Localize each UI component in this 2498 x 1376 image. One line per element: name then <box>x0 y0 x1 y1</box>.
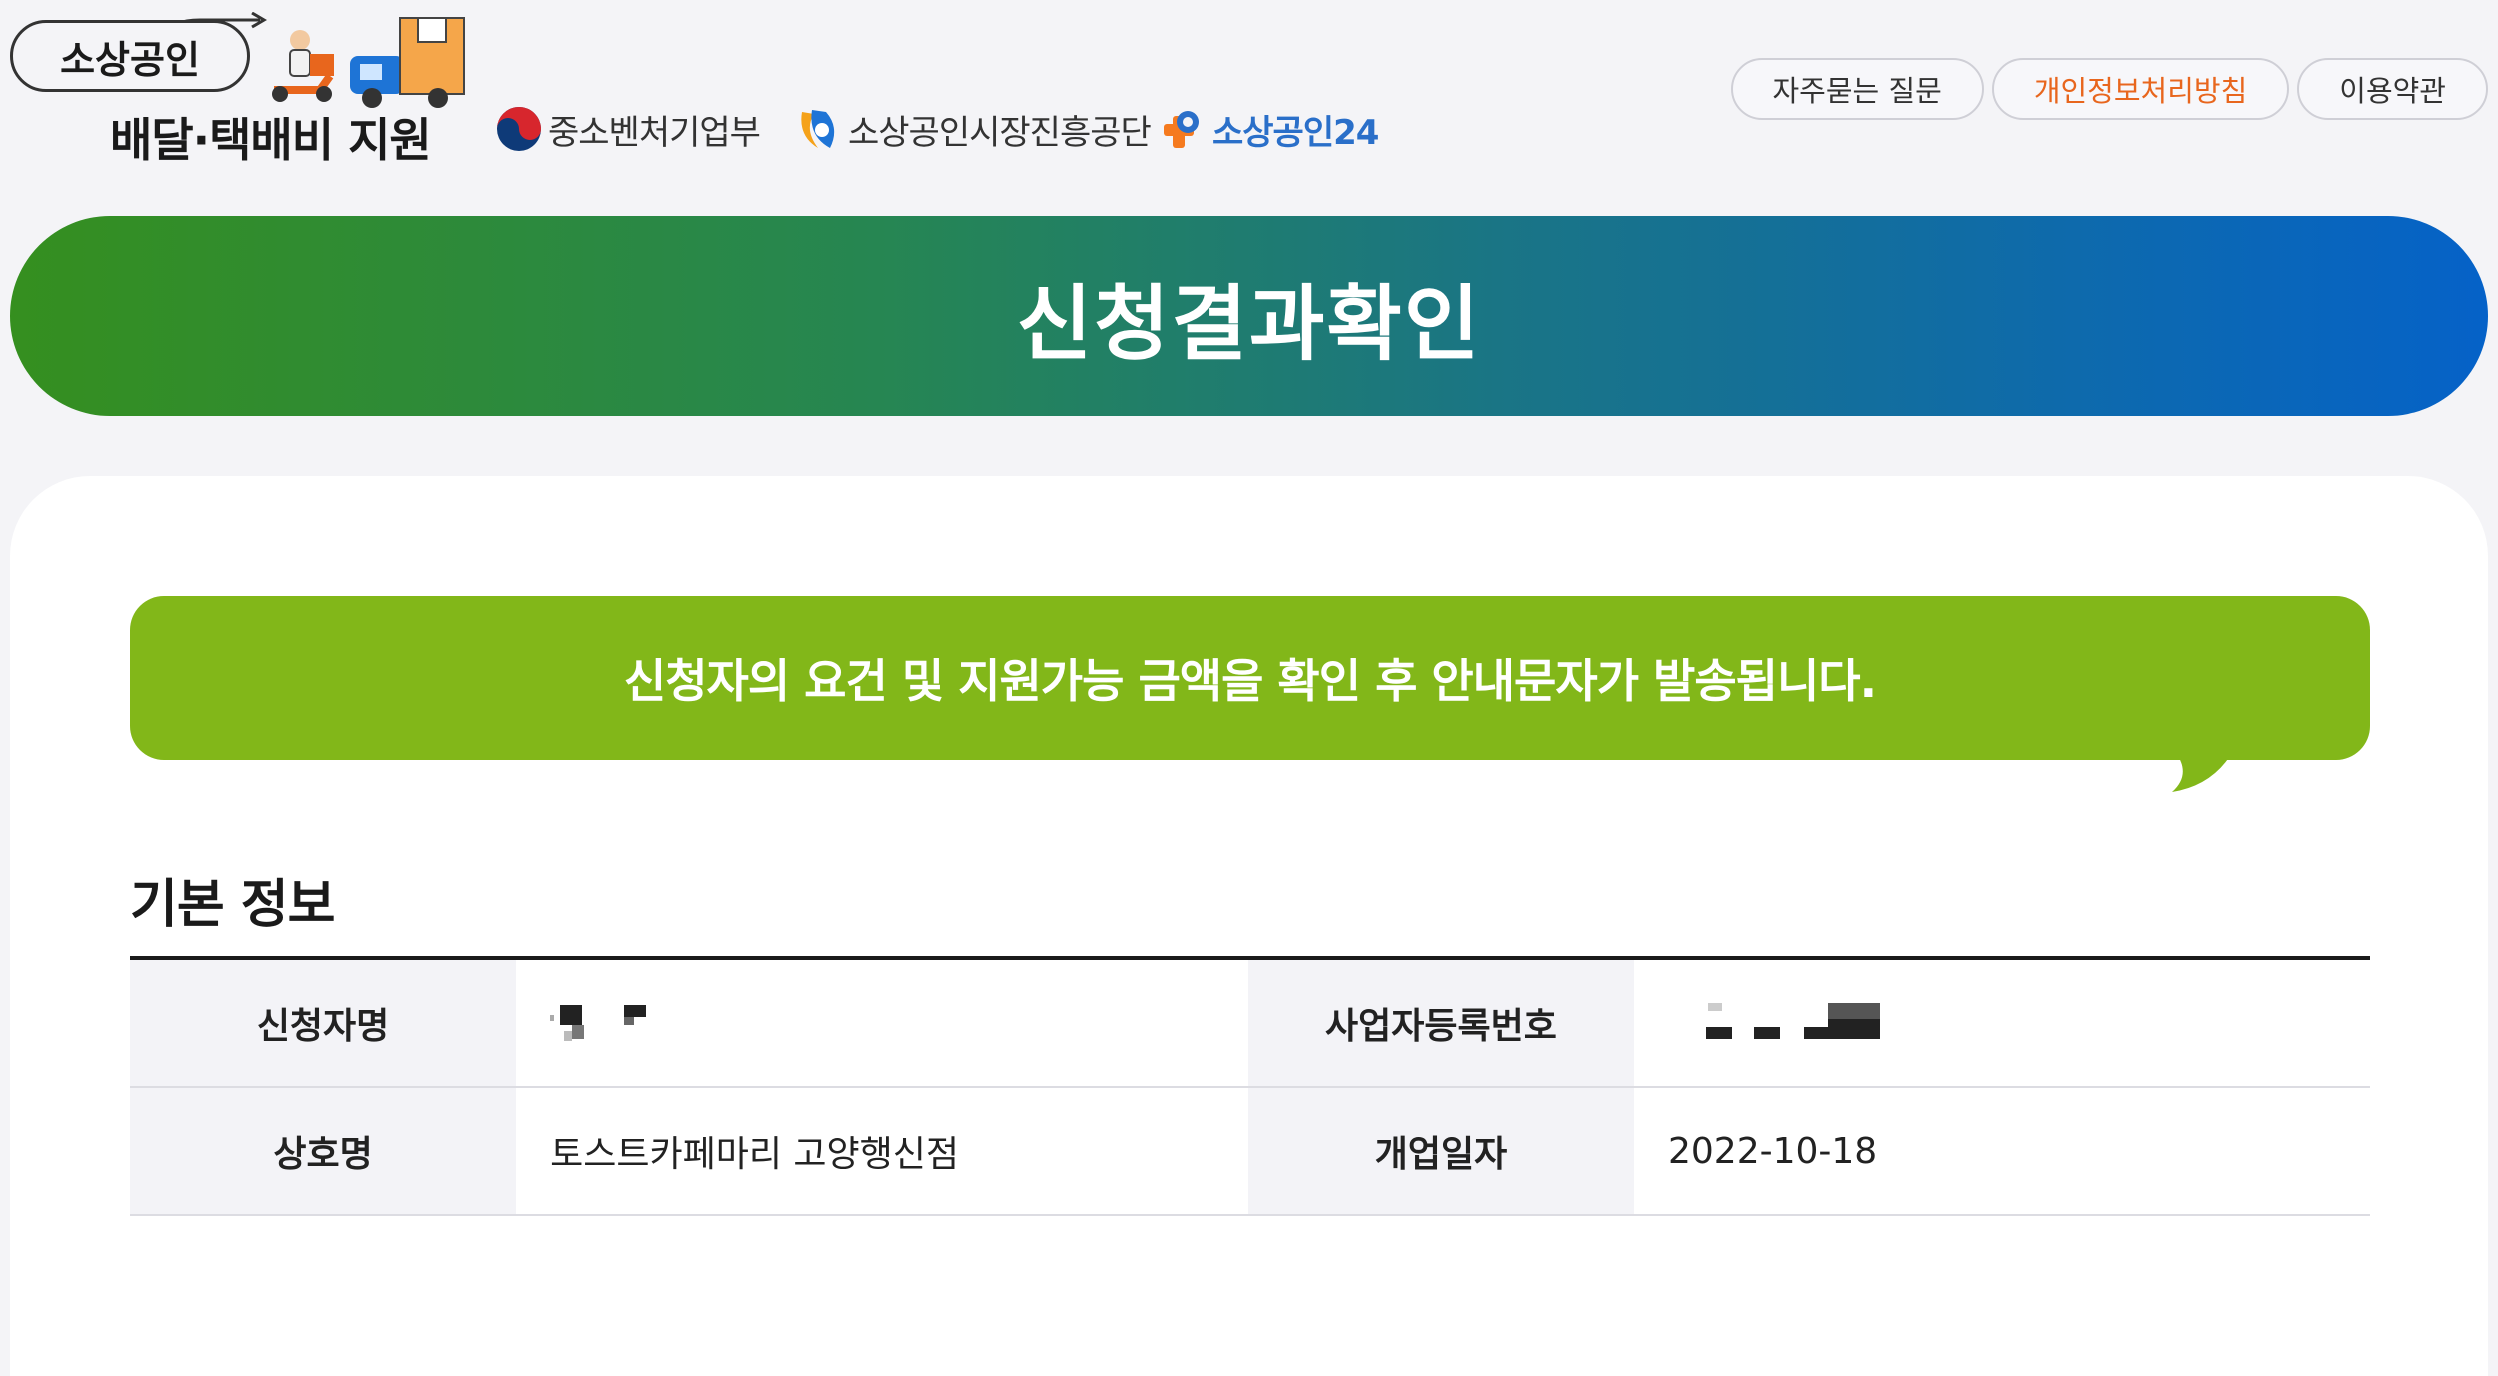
table-row: 신청자명 사업자등록번호 <box>130 958 2370 1088</box>
page-title-banner: 신청결과확인 <box>10 216 2488 416</box>
masked-value <box>550 1005 647 1041</box>
applicant-value <box>516 958 1248 1088</box>
logo-bottom-text: 배달·택배비 지원 <box>110 113 432 167</box>
masked-value <box>1706 1003 1880 1039</box>
faq-button[interactable]: 자주묻는 질문 <box>1730 58 1984 120</box>
open-date-label: 개업일자 <box>1247 1087 1634 1216</box>
shop-name-label: 상호명 <box>130 1087 517 1216</box>
section-title: 기본 정보 <box>130 875 335 935</box>
plus-p-icon <box>1164 111 1199 148</box>
semas-icon <box>801 110 835 148</box>
privacy-policy-button[interactable]: 개인정보처리방침 <box>1991 58 2290 120</box>
basic-info-table: 신청자명 사업자등록번호 상호명 토스트카페마리 고양행신점 개업일자 2022… <box>130 956 2370 1216</box>
logo-top-text: 소상공인 <box>10 20 250 92</box>
site-logo[interactable]: 소상공인 배달·택배비 지원 <box>10 12 465 167</box>
partner-sbiz24-name: 소상공인24 <box>1212 112 1379 153</box>
terms-button[interactable]: 이용약관 <box>2297 58 2488 120</box>
notice-bubble: 신청자의 요건 및 지원가능 금액을 확인 후 안내문자가 발송됩니다. <box>130 596 2370 760</box>
taegeuk-icon <box>497 107 541 151</box>
partner-semas-logo[interactable]: 소상공인시장진흥공단 <box>796 104 1152 154</box>
business-no-label: 사업자등록번호 <box>1247 958 1634 1088</box>
shop-name-value: 토스트카페마리 고양행신점 <box>516 1087 1248 1216</box>
notice-text: 신청자의 요건 및 지원가능 금액을 확인 후 안내문자가 발송됩니다. <box>623 654 1877 708</box>
applicant-label: 신청자명 <box>130 958 517 1088</box>
partner-sbiz24-logo[interactable]: 소상공인24 <box>1160 104 1379 154</box>
partner-semas-name: 소상공인시장진흥공단 <box>848 112 1152 153</box>
open-date-value: 2022-10-18 <box>1634 1087 2370 1216</box>
speech-tail-icon <box>2172 756 2230 792</box>
page-title: 신청결과확인 <box>1016 276 1482 372</box>
delivery-truck-icon <box>272 17 465 108</box>
table-row: 상호명 토스트카페마리 고양행신점 개업일자 2022-10-18 <box>130 1087 2370 1216</box>
partner-mss-logo[interactable]: 중소벤처기업부 <box>496 104 761 154</box>
partner-mss-name: 중소벤처기업부 <box>548 112 761 153</box>
business-no-value <box>1634 958 2370 1088</box>
top-nav: 자주묻는 질문 개인정보처리방침 이용약관 <box>1730 58 2488 120</box>
